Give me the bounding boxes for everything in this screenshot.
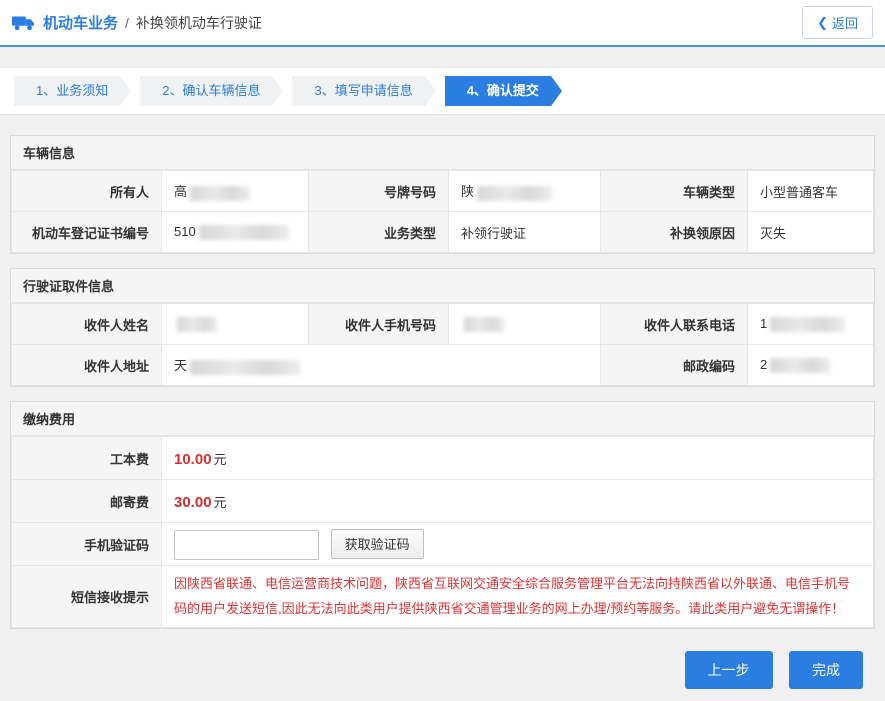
redacted-value (464, 317, 504, 333)
plate-value: 陕 (448, 170, 601, 212)
pickup-info-table: 收件人姓名 收件人手机号码 收件人联系电话 1 收件人地址 天 邮政编码 2 (11, 303, 874, 386)
production-fee-value: 10.00 元 (161, 436, 874, 480)
page: 机动车业务 / 补换领机动车行驶证 ❮ 返回 1、业务须知 2、确认车辆信息 3… (0, 0, 885, 689)
redacted-value (190, 359, 301, 375)
production-fee-label: 工本费 (11, 436, 162, 480)
table-row: 邮寄费 30.00 元 (11, 479, 874, 523)
table-row: 手机验证码 获取验证码 (11, 522, 874, 566)
steps-bar: 1、业务须知 2、确认车辆信息 3、填写申请信息 4、确认提交 (0, 67, 885, 115)
step-3-fill-application[interactable]: 3、填写申请信息 (292, 76, 436, 106)
back-button[interactable]: ❮ 返回 (802, 6, 873, 39)
owner-value: 高 (161, 170, 309, 212)
postage-fee-label: 邮寄费 (11, 479, 162, 523)
section-title-vehicle: 车辆信息 (11, 136, 874, 170)
pickup-info-section: 行驶证取件信息 收件人姓名 收件人手机号码 收件人联系电话 1 收件人地址 天 … (10, 268, 875, 387)
section-title-pickup: 行驶证取件信息 (11, 269, 874, 303)
section-title-payment: 缴纳费用 (11, 402, 874, 436)
recipient-phone-label: 收件人联系电话 (600, 303, 748, 345)
table-row: 机动车登记证书编号 510 业务类型 补领行驶证 补换领原因 灭失 (11, 211, 874, 253)
table-row: 短信接收提示 因陕西省联通、电信运营商技术问题，陕西省互联网交通安全综合服务管理… (11, 565, 874, 628)
postage-fee-value: 30.00 元 (161, 479, 874, 523)
table-row: 收件人地址 天 邮政编码 2 (11, 344, 874, 386)
postcode-value: 2 (747, 344, 874, 386)
cert-no-label: 机动车登记证书编号 (11, 211, 162, 253)
plate-label: 号牌号码 (308, 170, 449, 212)
sms-code-input[interactable] (174, 529, 319, 560)
vehicle-info-section: 车辆信息 所有人 高 号牌号码 陕 车辆类型 小型普通客车 机动车登记证书编号 … (10, 135, 875, 254)
page-title: 补换领机动车行驶证 (135, 14, 262, 31)
postcode-label: 邮政编码 (600, 344, 748, 386)
truck-icon (12, 14, 36, 32)
recipient-name-label: 收件人姓名 (11, 303, 162, 345)
finish-button[interactable]: 完成 (789, 651, 863, 689)
business-type-label: 业务类型 (308, 211, 449, 253)
vehicle-info-table: 所有人 高 号牌号码 陕 车辆类型 小型普通客车 机动车登记证书编号 510 业… (11, 170, 874, 253)
breadcrumb: 机动车业务 / 补换领机动车行驶证 (12, 12, 262, 33)
back-button-label: 返回 (831, 16, 858, 31)
step-1-notice[interactable]: 1、业务须知 (14, 76, 132, 106)
sms-notice-text: 因陕西省联通、电信运营商技术问题，陕西省互联网交通安全综合服务管理平台无法向持陕… (174, 575, 851, 616)
sms-notice-cell: 因陕西省联通、电信运营商技术问题，陕西省互联网交通安全综合服务管理平台无法向持陕… (161, 565, 874, 628)
payment-table: 工本费 10.00 元 邮寄费 30.00 元 手机验证码 获取验证码 短信接收… (11, 436, 874, 628)
redacted-value (190, 185, 251, 201)
payment-section: 缴纳费用 工本费 10.00 元 邮寄费 30.00 元 手机验证码 获取验证码… (10, 401, 875, 629)
back-chevron-icon: ❮ (817, 14, 828, 30)
reason-label: 补换领原因 (600, 211, 748, 253)
sms-code-label: 手机验证码 (11, 522, 162, 566)
redacted-value (770, 358, 831, 374)
main-content: 车辆信息 所有人 高 号牌号码 陕 车辆类型 小型普通客车 机动车登记证书编号 … (0, 115, 885, 701)
recipient-phone-value: 1 (747, 303, 874, 345)
recipient-address-label: 收件人地址 (11, 344, 162, 386)
recipient-mobile-label: 收件人手机号码 (308, 303, 449, 345)
vehicle-type-value: 小型普通客车 (747, 170, 874, 212)
redacted-value (477, 185, 553, 201)
previous-step-button[interactable]: 上一步 (684, 651, 773, 689)
sms-notice-label: 短信接收提示 (11, 565, 162, 628)
sms-code-cell: 获取验证码 (161, 522, 874, 566)
recipient-address-value: 天 (161, 344, 601, 386)
owner-label: 所有人 (11, 170, 162, 212)
business-type-value: 补领行驶证 (448, 211, 601, 253)
table-row: 所有人 高 号牌号码 陕 车辆类型 小型普通客车 (11, 170, 874, 212)
redacted-value (198, 225, 289, 241)
get-sms-code-button[interactable]: 获取验证码 (330, 528, 424, 559)
redacted-value (177, 317, 217, 333)
step-4-confirm-submit[interactable]: 4、确认提交 (444, 76, 563, 106)
recipient-mobile-value (448, 303, 601, 345)
cert-no-value: 510 (161, 211, 309, 253)
table-row: 工本费 10.00 元 (11, 436, 874, 480)
recipient-name-value (161, 303, 309, 345)
redacted-value (770, 317, 846, 333)
step-2-confirm-vehicle[interactable]: 2、确认车辆信息 (140, 76, 284, 106)
breadcrumb-divider: / (125, 14, 129, 31)
vehicle-type-label: 车辆类型 (600, 170, 748, 212)
table-row: 收件人姓名 收件人手机号码 收件人联系电话 1 (11, 303, 874, 345)
reason-value: 灭失 (747, 211, 874, 253)
footer-actions: 上一步 完成 (10, 643, 875, 701)
page-header: 机动车业务 / 补换领机动车行驶证 ❮ 返回 (0, 0, 885, 47)
breadcrumb-section: 机动车业务 (43, 15, 119, 32)
